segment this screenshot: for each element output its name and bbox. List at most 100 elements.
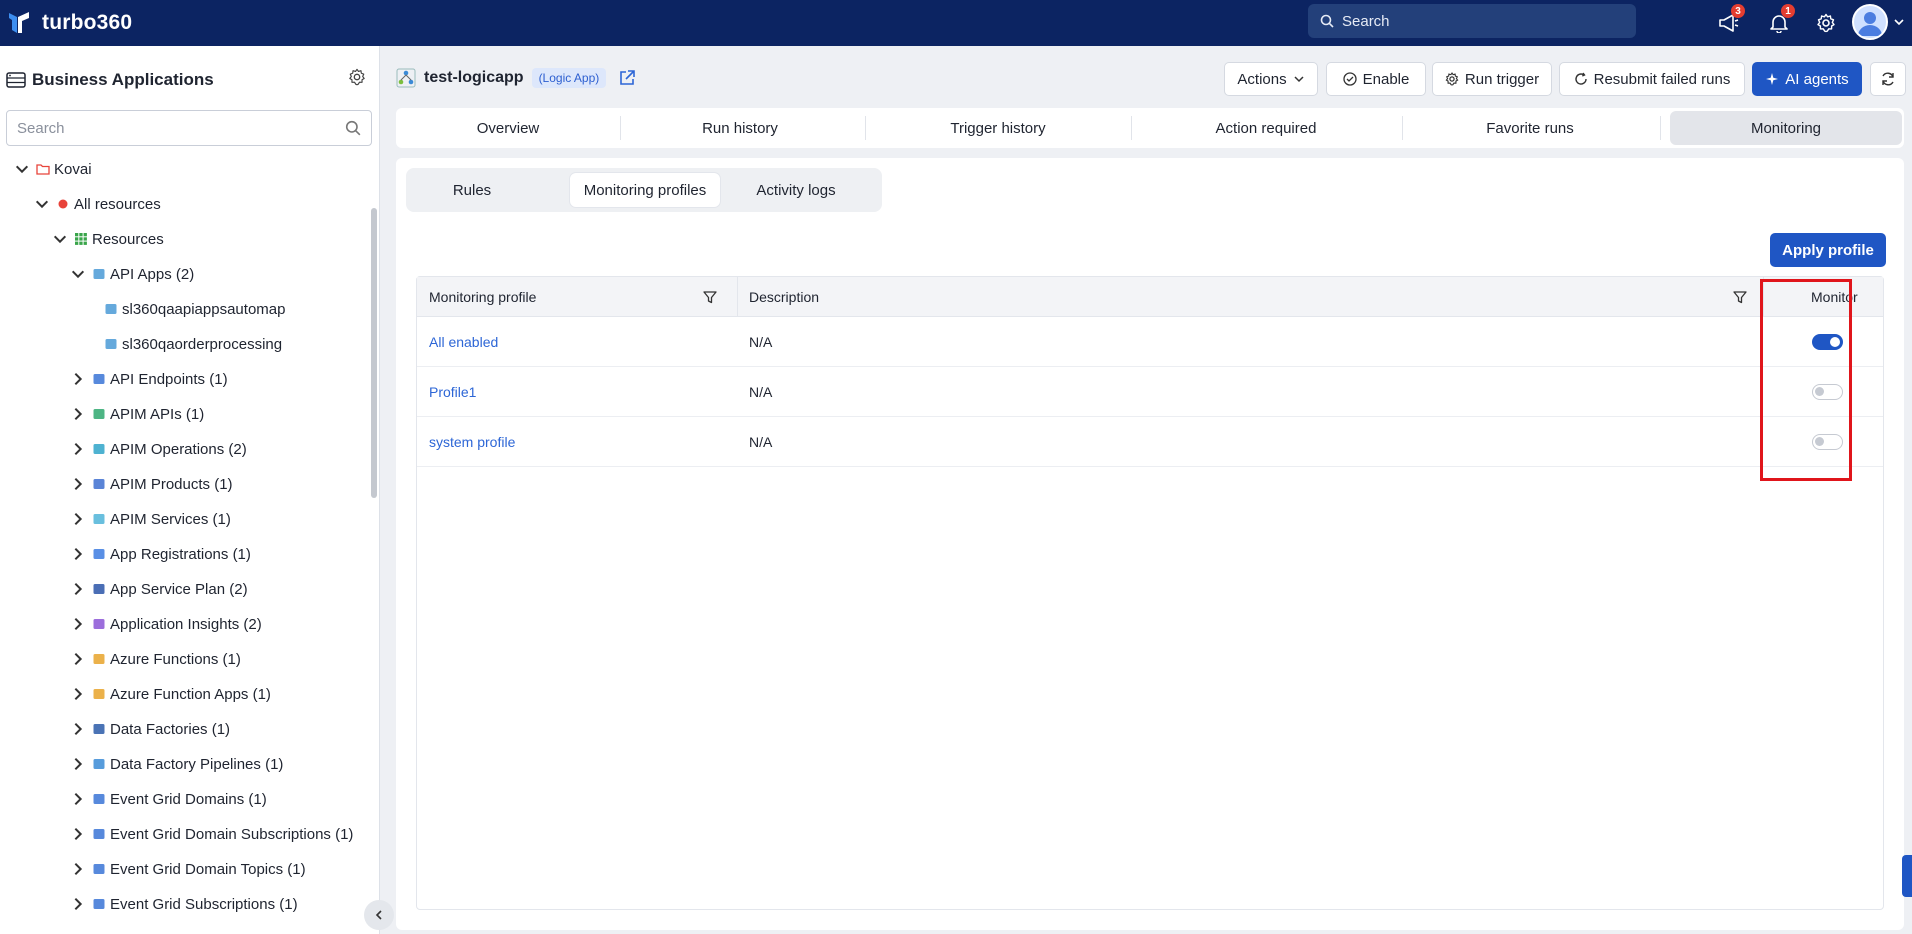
chevron-right-icon[interactable] bbox=[70, 861, 86, 877]
check-circle-icon bbox=[1342, 72, 1357, 86]
tree-item[interactable]: API Endpoints (1) bbox=[70, 364, 228, 394]
chevron-right-icon[interactable] bbox=[70, 476, 86, 492]
global-search-input[interactable]: Search bbox=[1308, 4, 1636, 38]
chevron-right-icon[interactable] bbox=[70, 791, 86, 807]
filter-icon[interactable] bbox=[1733, 290, 1747, 304]
enable-button[interactable]: Enable bbox=[1326, 62, 1426, 96]
tree-item[interactable]: Event Grid Domain Subscriptions (1) bbox=[70, 819, 353, 849]
chevron-right-icon[interactable] bbox=[70, 721, 86, 737]
tree-item-label: Application Insights (2) bbox=[110, 615, 262, 633]
sidebar-scrollbar[interactable] bbox=[371, 208, 377, 498]
search-placeholder: Search bbox=[1342, 12, 1390, 30]
announcements-button[interactable]: 3 bbox=[1714, 4, 1745, 38]
profile-name-link[interactable]: Profile1 bbox=[429, 367, 476, 417]
chevron-down-icon[interactable] bbox=[52, 231, 68, 247]
search-icon bbox=[345, 120, 361, 136]
tree-item-label: sl360qaorderprocessing bbox=[122, 335, 283, 353]
chevron-down-icon[interactable] bbox=[1893, 16, 1905, 28]
tab-run-history[interactable]: Run history bbox=[620, 108, 860, 148]
tree-item[interactable]: APIM Products (1) bbox=[70, 469, 233, 499]
sidebar-settings-gear-icon[interactable] bbox=[348, 68, 366, 86]
tab-favorite-runs[interactable]: Favorite runs bbox=[1402, 108, 1658, 148]
insights-icon bbox=[93, 619, 105, 629]
folder-icon bbox=[36, 164, 50, 175]
user-icon bbox=[1858, 12, 1882, 36]
tree-item[interactable]: APIM Operations (2) bbox=[70, 434, 247, 464]
tree-item[interactable]: Kovai bbox=[14, 156, 92, 184]
tree-item-label: Azure Function Apps (1) bbox=[110, 685, 271, 703]
sparkle-icon bbox=[1766, 73, 1779, 85]
tree-item[interactable]: Resources bbox=[52, 224, 164, 254]
settings-button[interactable] bbox=[1811, 8, 1841, 38]
resource-tabs: Overview Run history Trigger history Act… bbox=[396, 108, 1904, 148]
monitoring-panel: Rules Monitoring profiles Activity logs … bbox=[396, 158, 1904, 930]
tree-item[interactable]: App Registrations (1) bbox=[70, 539, 251, 569]
sidebar-search-input[interactable]: Search bbox=[6, 110, 372, 146]
refresh-button[interactable] bbox=[1870, 62, 1906, 96]
tree-item[interactable]: Data Factories (1) bbox=[70, 714, 230, 744]
tree-item[interactable]: Event Grid Subscriptions (1) bbox=[70, 889, 298, 919]
chevron-right-icon[interactable] bbox=[70, 406, 86, 422]
tree-item[interactable]: APIM Services (1) bbox=[70, 504, 231, 534]
brand-logo[interactable]: turbo360 bbox=[8, 11, 132, 35]
tree-item[interactable]: Azure Function Apps (1) bbox=[70, 679, 271, 709]
chevron-right-icon[interactable] bbox=[70, 581, 86, 597]
chevron-right-icon[interactable] bbox=[70, 441, 86, 457]
side-panel-tab[interactable] bbox=[1902, 855, 1912, 897]
chevron-right-icon[interactable] bbox=[70, 896, 86, 912]
tree-item[interactable]: Azure Functions (1) bbox=[70, 644, 241, 674]
tab-overview[interactable]: Overview bbox=[396, 108, 620, 148]
refresh-icon bbox=[1574, 72, 1587, 85]
tree-item[interactable]: API Apps (2) bbox=[70, 259, 194, 289]
chevron-right-icon[interactable] bbox=[70, 511, 86, 527]
external-link-icon[interactable] bbox=[618, 69, 636, 87]
tree-item-label: Azure Functions (1) bbox=[110, 650, 241, 668]
chevron-down-icon[interactable] bbox=[14, 161, 30, 177]
monitoring-profiles-table: Monitoring profile Description Monitor A… bbox=[416, 276, 1884, 910]
tree-item[interactable]: Data Factory Pipelines (1) bbox=[70, 749, 283, 779]
tree-item[interactable]: App Service Plan (2) bbox=[70, 574, 248, 604]
subtab-monitoring-profiles[interactable]: Monitoring profiles bbox=[570, 173, 720, 207]
resubmit-failed-runs-button[interactable]: Resubmit failed runs bbox=[1559, 62, 1745, 96]
chevron-right-icon[interactable] bbox=[70, 686, 86, 702]
tree-item-label: Event Grid Subscriptions (1) bbox=[110, 895, 298, 913]
api-app-icon bbox=[93, 269, 105, 279]
run-trigger-button[interactable]: Run trigger bbox=[1432, 62, 1552, 96]
chevron-right-icon[interactable] bbox=[70, 756, 86, 772]
resource-type-badge: (Logic App) bbox=[531, 68, 607, 88]
resource-tree: Kovai All resources Resources API Apps (2) s… bbox=[0, 156, 370, 926]
actions-dropdown[interactable]: Actions bbox=[1224, 62, 1318, 96]
sidebar-title: Business Applications bbox=[32, 70, 214, 89]
subtab-rules[interactable]: Rules bbox=[410, 173, 534, 207]
chevron-down-icon[interactable] bbox=[34, 196, 50, 212]
subtab-activity-logs[interactable]: Activity logs bbox=[726, 173, 866, 207]
chevron-right-icon[interactable] bbox=[70, 616, 86, 632]
profile-name-link[interactable]: All enabled bbox=[429, 317, 498, 367]
api-app-icon bbox=[105, 304, 117, 314]
tree-item[interactable]: sl360qaorderprocessing bbox=[88, 329, 282, 359]
chevron-right-icon[interactable] bbox=[70, 371, 86, 387]
ai-agents-button[interactable]: AI agents bbox=[1752, 62, 1862, 96]
filter-icon[interactable] bbox=[703, 290, 717, 304]
gear-icon bbox=[1445, 72, 1459, 86]
apim-operation-icon bbox=[93, 444, 105, 454]
tree-item[interactable]: Application Insights (2) bbox=[70, 609, 262, 639]
chevron-right-icon[interactable] bbox=[70, 651, 86, 667]
collapse-sidebar-button[interactable] bbox=[364, 900, 394, 930]
tree-item[interactable]: APIM APIs (1) bbox=[70, 399, 204, 429]
tab-action-required[interactable]: Action required bbox=[1131, 108, 1401, 148]
tree-item[interactable]: Event Grid Domain Topics (1) bbox=[70, 854, 306, 884]
tab-monitoring[interactable]: Monitoring bbox=[1670, 111, 1902, 145]
tree-item[interactable]: All resources bbox=[34, 189, 161, 219]
tree-item[interactable]: Event Grid Domains (1) bbox=[70, 784, 267, 814]
notifications-button[interactable]: 1 bbox=[1764, 4, 1795, 38]
apply-profile-button[interactable]: Apply profile bbox=[1770, 233, 1886, 267]
tab-trigger-history[interactable]: Trigger history bbox=[865, 108, 1131, 148]
chevron-right-icon[interactable] bbox=[70, 826, 86, 842]
chevron-down-icon[interactable] bbox=[70, 266, 86, 282]
chevron-right-icon[interactable] bbox=[70, 546, 86, 562]
tree-item[interactable]: sl360qaapiappsautomap bbox=[88, 294, 285, 324]
grid-icon bbox=[75, 233, 87, 245]
user-avatar[interactable] bbox=[1852, 4, 1888, 40]
profile-name-link[interactable]: system profile bbox=[429, 417, 515, 467]
